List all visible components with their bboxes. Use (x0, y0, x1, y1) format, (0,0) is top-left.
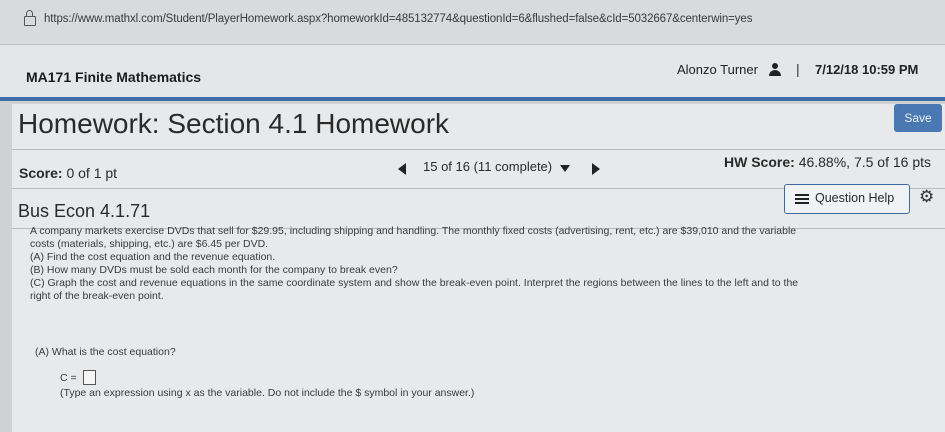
answer-hint: (Type an expression using x as the varia… (60, 387, 475, 399)
hw-score-label: HW Score: (724, 154, 795, 170)
answer-input[interactable] (83, 370, 96, 385)
header-separator: | (796, 61, 800, 77)
lock-icon (24, 10, 36, 26)
question-help-label: Question Help (815, 191, 895, 205)
divider (12, 149, 945, 150)
question-id: Bus Econ 4.1.71 (18, 201, 151, 221)
date-time: 7/12/18 10:59 PM (815, 62, 919, 77)
chevron-down-icon[interactable] (560, 165, 570, 172)
score: Score: 0 of 1 pt (19, 165, 117, 181)
url-text[interactable]: https://www.mathxl.com/Student/PlayerHom… (44, 13, 752, 25)
part-a-prompt: (A) What is the cost equation? (35, 346, 176, 358)
problem-line: costs (materials, shipping, etc.) are $6… (30, 238, 269, 250)
problem-line: (B) How many DVDs must be sold each mont… (30, 264, 398, 276)
address-bar[interactable]: https://www.mathxl.com/Student/PlayerHom… (0, 0, 945, 45)
gear-icon[interactable]: ⚙ (919, 188, 934, 205)
user-icon[interactable] (768, 63, 782, 77)
score-label: Score: (19, 165, 63, 181)
problem-line: A company markets exercise DVDs that sel… (30, 225, 797, 237)
hw-score-value: 46.88%, 7.5 of 16 pts (798, 154, 932, 170)
problem-statement: A company markets exercise DVDs that sel… (30, 225, 930, 303)
user-name[interactable]: Alonzo Turner (677, 62, 758, 77)
course-title: MA171 Finite Mathematics (26, 69, 202, 85)
list-icon (795, 194, 809, 204)
previous-question-icon[interactable] (398, 163, 406, 175)
save-button[interactable]: Save (894, 104, 942, 132)
course-header: MA171 Finite Mathematics Alonzo Turner |… (0, 45, 945, 101)
question-navigator[interactable]: 15 of 16 (11 complete) (423, 159, 552, 174)
problem-line: (A) Find the cost equation and the reven… (30, 251, 276, 263)
hw-score: HW Score: 46.88%, 7.5 of 16 pts (724, 154, 931, 170)
homework-panel: Homework: Section 4.1 Homework Save Scor… (12, 104, 945, 432)
problem-line: (C) Graph the cost and revenue equations… (30, 277, 799, 289)
answer-prefix: C = (60, 372, 77, 384)
page-title: Homework: Section 4.1 Homework (18, 108, 450, 139)
question-help-button[interactable]: Question Help (784, 184, 910, 214)
score-value: 0 of 1 pt (66, 165, 118, 181)
problem-line: right of the break-even point. (30, 290, 164, 302)
next-question-icon[interactable] (592, 163, 600, 175)
